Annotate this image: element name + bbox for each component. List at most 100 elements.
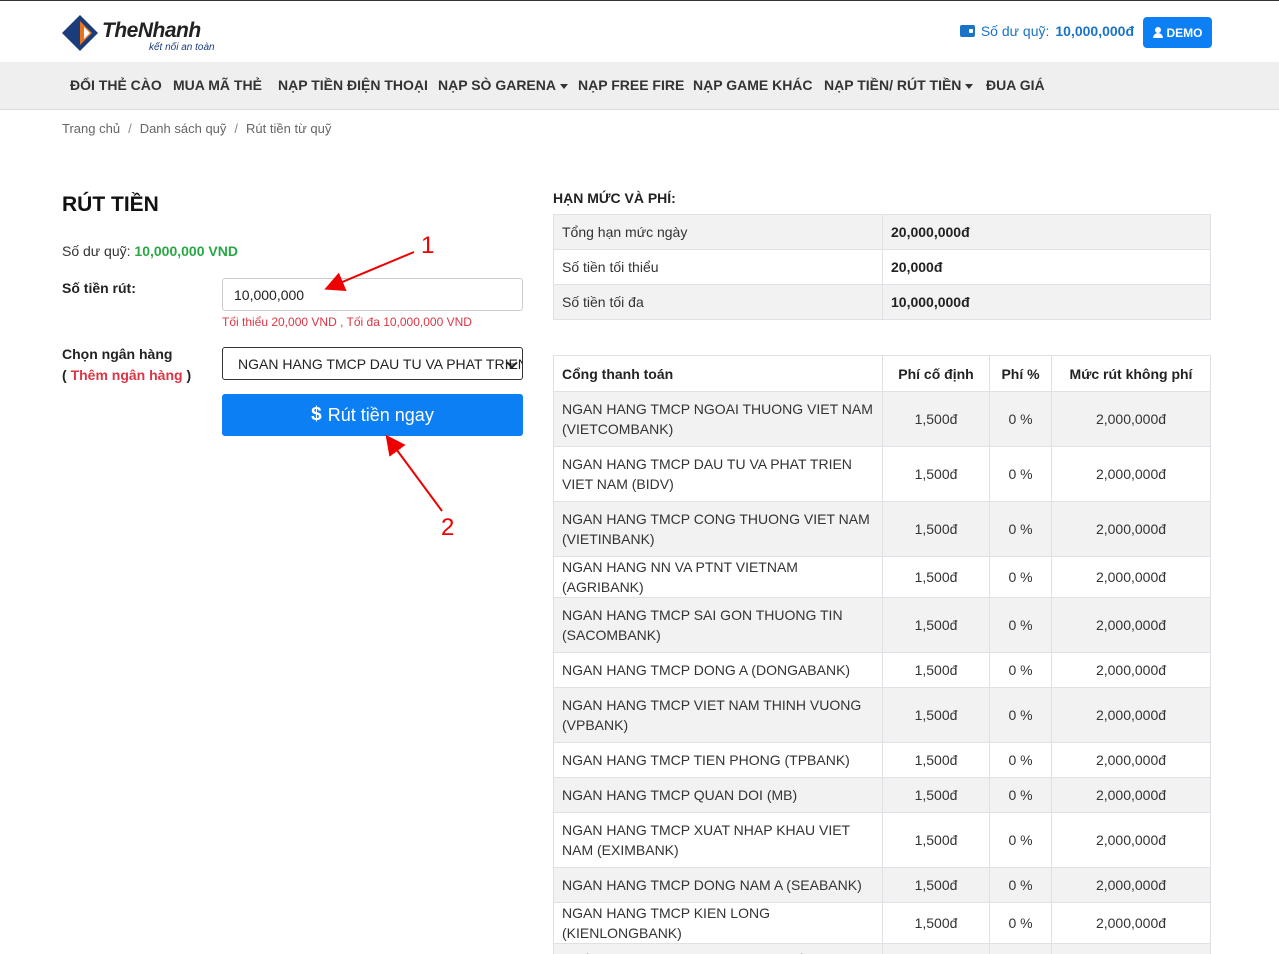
cell-free-limit: 2,000,000đ	[1051, 446, 1211, 502]
nav-item-label: NẠP GAME KHÁC	[693, 77, 813, 93]
cell-fixed-fee: 1,500đ	[882, 867, 990, 903]
breadcrumb-separator: /	[128, 121, 132, 136]
cell-free-limit: 2,000,000đ	[1051, 597, 1211, 653]
cell-percent-fee: 0 %	[989, 391, 1052, 447]
breadcrumb: Trang chủ / Danh sách quỹ / Rút tiền từ …	[62, 121, 331, 136]
cell-bank-name: NGAN HANG TMCP DONG A (DONGABANK)	[553, 652, 883, 688]
cell-fixed-fee	[882, 943, 990, 954]
table-row: NGAN HANG NN VA PTNT VIETNAM (AGRIBANK) 1…	[553, 556, 1211, 598]
cell-percent-fee: 0 %	[989, 867, 1052, 903]
breadcrumb-home[interactable]: Trang chủ	[62, 121, 120, 136]
nav-item-label: NẠP SÒ GARENA	[438, 77, 556, 93]
fund-balance-label: Số dư quỹ:	[62, 243, 131, 259]
cell-percent-fee: 0 %	[989, 812, 1052, 868]
cell-bank-name: NGAN HANG TMCP VIET NAM THINH VUONG (VPB…	[553, 687, 883, 743]
breadcrumb-current: Rút tiền từ quỹ	[246, 121, 332, 136]
col-header-gateway: Cổng thanh toán	[553, 355, 883, 392]
cell-percent-fee: 0 %	[989, 742, 1052, 778]
cell-free-limit: 2,000,000đ	[1051, 812, 1211, 868]
cell-bank-name: NGAN HANG TMCP KIEN LONG (KIENLONGBANK)	[553, 902, 883, 944]
site-logo[interactable]: TheNhanh kết nối an toàn	[62, 13, 222, 55]
table-row: Số tiền tối thiểu 20,000đ	[553, 249, 1211, 285]
nav-item-mua-ma-the[interactable]: MUA MÃ THẺ	[173, 77, 262, 93]
table-row: NGAN HANG TMCP TIEN PHONG (TPBANK) 1,500đ…	[553, 742, 1211, 778]
logo-tagline: kết nối an toàn	[149, 42, 215, 53]
header-balance: Số dư quỹ: 10,000,000đ	[959, 23, 1134, 39]
cell-bank-name: NGAN HANG NN VA PTNT VIETNAM (AGRIBANK)	[553, 556, 883, 598]
limit-value: 20,000,000đ	[882, 214, 1211, 250]
logo-brand: TheNhanh	[102, 19, 201, 42]
fees-table: Cổng thanh toán Phí cố định Phí % Mức rú…	[553, 355, 1211, 954]
limit-label: Số tiền tối thiểu	[553, 249, 883, 285]
add-bank-open-paren: (	[62, 367, 71, 383]
cell-fixed-fee: 1,500đ	[882, 556, 990, 598]
nav-item-nap-game-khac[interactable]: NẠP GAME KHÁC	[693, 77, 813, 93]
table-row: NGAN HANG TMCP NGOAI THUONG VIET NAM (VI…	[553, 391, 1211, 447]
nav-item-label: NẠP TIỀN ĐIỆN THOẠI	[278, 77, 428, 93]
nav-item-label: MUA MÃ THẺ	[173, 77, 262, 93]
amount-input[interactable]	[222, 278, 523, 311]
nav-item-dua-gia[interactable]: ĐUA GIÁ	[986, 77, 1045, 93]
cell-free-limit: 2,000,000đ	[1051, 391, 1211, 447]
nav-item-nap-free-fire[interactable]: NẠP FREE FIRE	[578, 77, 684, 93]
cell-bank-name: NGAN HANG TMCP CONG THUONG VIET NAM (VIE…	[553, 501, 883, 557]
add-bank-close-paren: )	[182, 367, 192, 383]
user-account-button[interactable]: DEMO	[1143, 17, 1212, 48]
nav-item-label: ĐỔI THẺ CÀO	[70, 77, 162, 93]
fund-balance-value: 10,000,000 VND	[134, 243, 238, 259]
annotation-number-2: 2	[441, 514, 455, 541]
table-row: NGAN HANG TMCP XUAT NHAP KHAU VIET NAM (…	[553, 812, 1211, 868]
nav-item-doi-the-cao[interactable]: ĐỔI THẺ CÀO	[70, 77, 162, 93]
cell-free-limit: 2,000,000đ	[1051, 777, 1211, 813]
annotation-number-1: 1	[421, 232, 435, 259]
breadcrumb-fund-list[interactable]: Danh sách quỹ	[140, 121, 227, 136]
fund-balance: Số dư quỹ: 10,000,000 VND	[62, 243, 238, 259]
bank-label-block: Chọn ngân hàng ( Thêm ngân hàng )	[62, 344, 191, 386]
breadcrumb-separator: /	[234, 121, 239, 136]
cell-bank-name: NGAN HANG TMCP TIEN PHONG (TPBANK)	[553, 742, 883, 778]
caret-down-icon	[965, 83, 974, 89]
nav-item-nap-tien-dien-thoai[interactable]: NẠP TIỀN ĐIỆN THOẠI	[278, 77, 428, 93]
cell-free-limit: 2,000,000đ	[1051, 501, 1211, 557]
cell-bank-name: NGÂN HÀNG TMCP KỸ THƯƠNG VIỆT NAM	[553, 943, 883, 954]
nav-item-nap-rut-tien[interactable]: NẠP TIỀN/ RÚT TIỀN	[824, 77, 974, 93]
cell-bank-name: NGAN HANG TMCP DAU TU VA PHAT TRIEN VIET…	[553, 446, 883, 502]
wallet-icon	[959, 25, 975, 37]
nav-item-label: NẠP TIỀN/ RÚT TIỀN	[824, 77, 962, 93]
col-header-percent-fee: Phí %	[989, 355, 1052, 392]
col-header-free-limit: Mức rút không phí	[1051, 355, 1211, 392]
cell-bank-name: NGAN HANG TMCP XUAT NHAP KHAU VIET NAM (…	[553, 812, 883, 868]
table-row: NGAN HANG TMCP VIET NAM THINH VUONG (VPB…	[553, 687, 1211, 743]
cell-fixed-fee: 1,500đ	[882, 902, 990, 944]
limit-value: 20,000đ	[882, 249, 1211, 285]
table-row: NGÂN HÀNG TMCP KỸ THƯƠNG VIỆT NAM	[553, 943, 1211, 954]
bank-select[interactable]: NGAN HANG TMCP DAU TU VA PHAT TRIEN VIET…	[222, 347, 523, 380]
nav-item-nap-so-garena[interactable]: NẠP SÒ GARENA	[438, 77, 568, 93]
header-balance-label: Số dư quỹ:	[980, 23, 1050, 39]
cell-fixed-fee: 1,500đ	[882, 391, 990, 447]
nav-item-label: NẠP FREE FIRE	[578, 77, 685, 93]
withdraw-button[interactable]: $ Rút tiền ngay	[222, 394, 523, 436]
caret-down-icon	[559, 83, 568, 89]
limits-table: Tổng hạn mức ngày 20,000,000đ Số tiền tố…	[553, 214, 1211, 320]
cell-fixed-fee: 1,500đ	[882, 687, 990, 743]
cell-percent-fee: 0 %	[989, 652, 1052, 688]
top-bar: TheNhanh kết nối an toàn Số dư quỹ: 10,0…	[0, 0, 1279, 62]
table-row: NGAN HANG TMCP DONG A (DONGABANK) 1,500đ 0…	[553, 652, 1211, 688]
add-bank-link[interactable]: Thêm ngân hàng	[71, 367, 183, 383]
cell-percent-fee: 0 %	[989, 446, 1052, 502]
cell-bank-name: NGAN HANG TMCP SAI GON THUONG TIN (SACOM…	[553, 597, 883, 653]
page-title: RÚT TIỀN	[62, 193, 159, 216]
cell-free-limit: 2,000,000đ	[1051, 652, 1211, 688]
limit-label: Tổng hạn mức ngày	[553, 214, 883, 250]
cell-fixed-fee: 1,500đ	[882, 812, 990, 868]
table-row: NGAN HANG TMCP SAI GON THUONG TIN (SACOM…	[553, 597, 1211, 653]
user-icon	[1152, 27, 1163, 38]
cell-free-limit: 2,000,000đ	[1051, 742, 1211, 778]
cell-percent-fee: 0 %	[989, 597, 1052, 653]
limit-label: Số tiền tối đa	[553, 284, 883, 320]
cell-percent-fee: 0 %	[989, 902, 1052, 944]
user-account-label: DEMO	[1166, 25, 1203, 40]
limits-title: HẠN MỨC VÀ PHÍ:	[553, 190, 676, 206]
cell-percent-fee: 0 %	[989, 501, 1052, 557]
